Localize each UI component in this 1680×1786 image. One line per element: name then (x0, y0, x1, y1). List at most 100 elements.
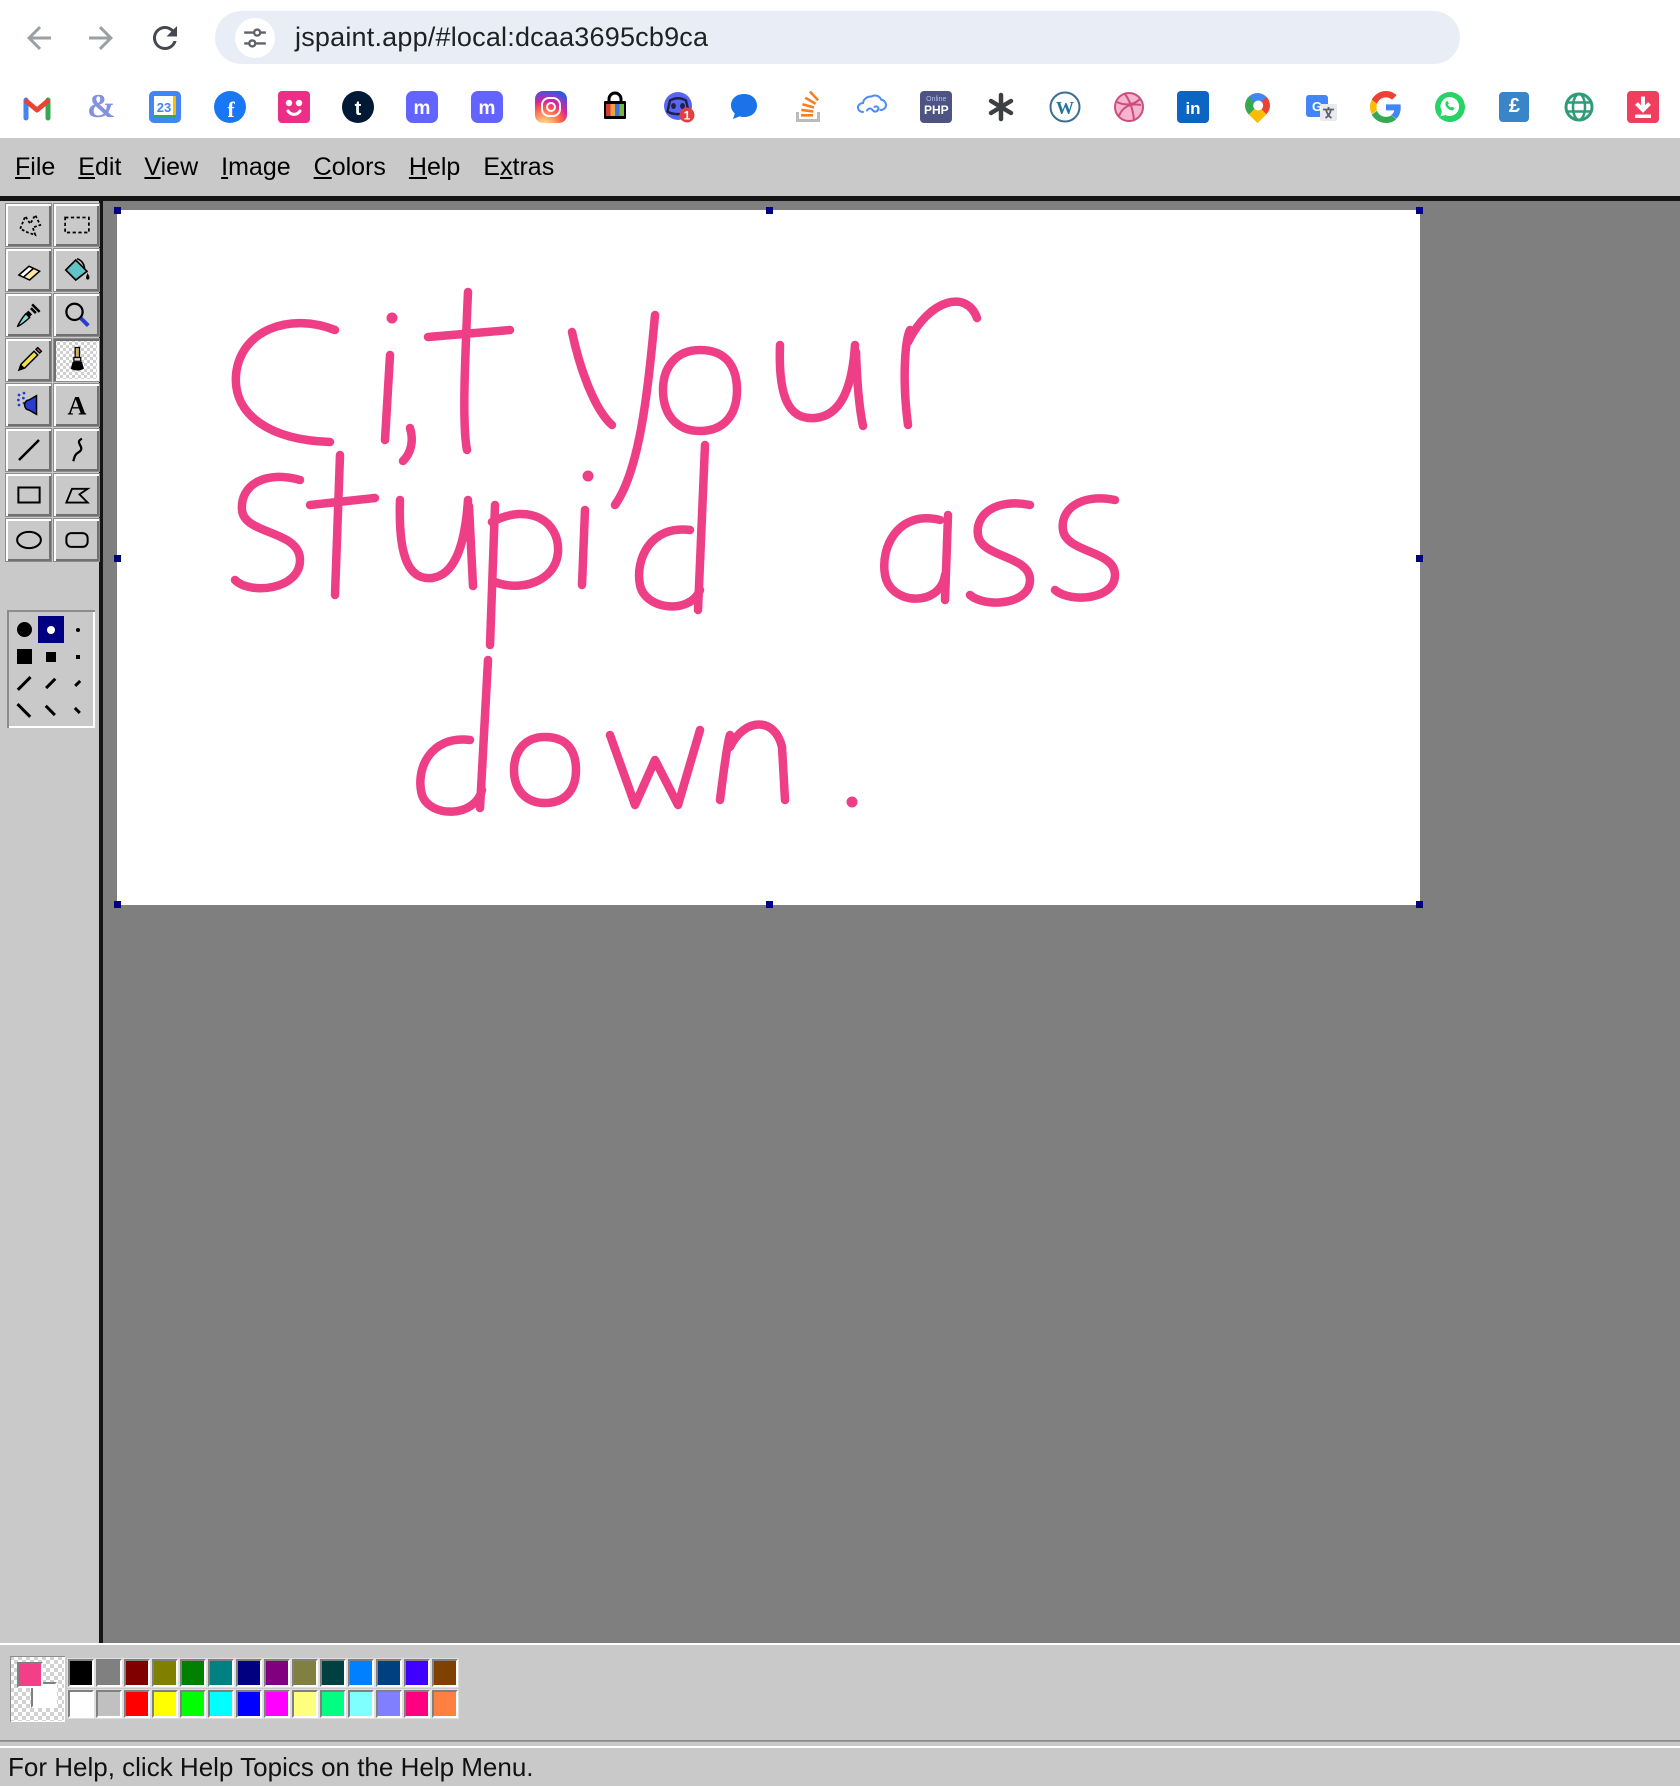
palette-swatch-004080[interactable] (376, 1659, 402, 1687)
palette-swatch-00ff80[interactable] (320, 1690, 346, 1718)
bookmark-facebook-icon[interactable]: f (213, 90, 247, 124)
bookmark-discord-notification-icon[interactable]: 1 (662, 90, 696, 124)
tool-ellipse-button[interactable] (5, 518, 52, 562)
canvas-resize-handle-middle-right[interactable] (1416, 555, 1423, 562)
bookmark-gmail-icon[interactable] (20, 90, 54, 124)
palette-swatch-ff8040[interactable] (432, 1690, 458, 1718)
brush-option-slash-large[interactable] (11, 670, 38, 697)
bookmark-wordpress-icon[interactable]: W (1048, 90, 1082, 124)
bookmark-ampersand-icon[interactable]: & (84, 90, 118, 124)
bookmark-mastodon-2-icon[interactable]: m (470, 90, 504, 124)
tool-text-button[interactable]: A (53, 383, 100, 427)
brush-option-circle-large[interactable] (11, 616, 38, 643)
brush-option-square-large[interactable] (11, 643, 38, 670)
bookmark-google-maps-icon[interactable] (1240, 90, 1274, 124)
tool-line-button[interactable] (5, 428, 52, 472)
menu-help[interactable]: Help (404, 151, 465, 184)
canvas-resize-handle-bottom-left[interactable] (114, 901, 121, 908)
bookmark-google-icon[interactable] (1369, 90, 1403, 124)
bookmark-dribbble-icon[interactable] (1112, 90, 1146, 124)
palette-swatch-ffff00[interactable] (152, 1690, 178, 1718)
tool-eraser-button[interactable] (5, 248, 52, 292)
bookmark-google-translate-icon[interactable]: G (1305, 90, 1339, 124)
address-bar[interactable]: jspaint.app/#local:dcaa3695cb9ca (215, 11, 1460, 64)
palette-swatch-00ffff[interactable] (208, 1690, 234, 1718)
brush-option-circle-medium[interactable] (38, 616, 65, 643)
canvas-resize-handle-top-left[interactable] (114, 207, 121, 214)
tool-airbrush-button[interactable] (5, 383, 52, 427)
menu-file[interactable]: File (10, 151, 60, 184)
tool-free-form-select-button[interactable] (5, 203, 52, 247)
brush-option-slash-medium[interactable] (38, 670, 65, 697)
palette-swatch-0000ff[interactable] (236, 1690, 262, 1718)
palette-swatch-c0c0c0[interactable] (96, 1690, 122, 1718)
palette-swatch-000080[interactable] (236, 1659, 262, 1687)
bookmark-globe-icon[interactable] (1562, 90, 1596, 124)
browser-reload-button[interactable] (140, 13, 190, 63)
bookmark-stack-overflow-icon[interactable] (791, 90, 825, 124)
palette-swatch-8080ff[interactable] (376, 1690, 402, 1718)
canvas-resize-handle-bottom-right[interactable] (1416, 901, 1423, 908)
menu-image[interactable]: Image (216, 151, 296, 184)
palette-swatch-800080[interactable] (264, 1659, 290, 1687)
brush-option-backslash-large[interactable] (11, 697, 38, 724)
brush-option-circle-small[interactable] (64, 616, 91, 643)
foreground-color-swatch[interactable] (17, 1662, 43, 1688)
menu-view[interactable]: View (139, 151, 203, 184)
bookmark-pound-icon[interactable]: £ (1497, 90, 1531, 124)
bookmark-tumblr-icon[interactable]: t (341, 90, 375, 124)
tool-pencil-button[interactable] (5, 338, 52, 382)
tool-rectangle-button[interactable] (5, 473, 52, 517)
palette-swatch-0080ff[interactable] (348, 1659, 374, 1687)
palette-swatch-ffff80[interactable] (292, 1690, 318, 1718)
brush-option-square-medium[interactable] (38, 643, 65, 670)
palette-swatch-000000[interactable] (68, 1659, 94, 1687)
palette-swatch-00ff00[interactable] (180, 1690, 206, 1718)
canvas-resize-handle-bottom-middle[interactable] (766, 901, 773, 908)
palette-swatch-ff0080[interactable] (404, 1690, 430, 1718)
canvas-resize-handle-top-right[interactable] (1416, 207, 1423, 214)
palette-swatch-808040[interactable] (292, 1659, 318, 1687)
browser-back-button[interactable] (14, 13, 64, 63)
bookmark-whatsapp-icon[interactable] (1433, 90, 1467, 124)
menu-extras[interactable]: Extras (478, 151, 559, 184)
palette-swatch-804000[interactable] (432, 1659, 458, 1687)
palette-swatch-4000ff[interactable] (404, 1659, 430, 1687)
palette-swatch-808000[interactable] (152, 1659, 178, 1687)
bookmark-google-calendar-icon[interactable]: 23 (148, 90, 182, 124)
brush-option-square-small[interactable] (64, 643, 91, 670)
bookmark-instagram-icon[interactable] (534, 90, 568, 124)
tool-pick-color-button[interactable] (5, 293, 52, 337)
tool-curve-button[interactable] (53, 428, 100, 472)
browser-forward-button[interactable] (76, 13, 126, 63)
palette-swatch-008000[interactable] (180, 1659, 206, 1687)
brush-option-backslash-medium[interactable] (38, 697, 65, 724)
paint-canvas[interactable] (117, 210, 1420, 905)
menu-colors[interactable]: Colors (309, 151, 391, 184)
palette-swatch-ffffff[interactable] (68, 1690, 94, 1718)
tool-polygon-button[interactable] (53, 473, 100, 517)
bookmark-asterisk-icon[interactable] (984, 90, 1018, 124)
palette-swatch-004040[interactable] (320, 1659, 346, 1687)
brush-option-slash-small[interactable] (64, 670, 91, 697)
palette-swatch-808080[interactable] (96, 1659, 122, 1687)
bookmark-jsfiddle-icon[interactable] (855, 90, 889, 124)
bookmark-messages-icon[interactable] (727, 90, 761, 124)
brush-option-backslash-small[interactable] (64, 697, 91, 724)
bookmark-online-php-icon[interactable]: OnlinePHP (919, 90, 953, 124)
tool-rounded-rectangle-button[interactable] (53, 518, 100, 562)
palette-swatch-800000[interactable] (124, 1659, 150, 1687)
bookmark-smiley-icon[interactable] (277, 90, 311, 124)
canvas-resize-handle-middle-left[interactable] (114, 555, 121, 562)
bookmark-shopping-bag-icon[interactable] (598, 90, 632, 124)
tool-magnifier-button[interactable] (53, 293, 100, 337)
palette-swatch-ff0000[interactable] (124, 1690, 150, 1718)
canvas-resize-handle-top-middle[interactable] (766, 207, 773, 214)
bookmark-mastodon-icon[interactable]: m (405, 90, 439, 124)
url-text[interactable]: jspaint.app/#local:dcaa3695cb9ca (295, 22, 708, 53)
current-colors-indicator[interactable] (10, 1656, 65, 1722)
tool-fill-button[interactable] (53, 248, 100, 292)
palette-swatch-008080[interactable] (208, 1659, 234, 1687)
bookmark-linkedin-icon[interactable]: in (1176, 90, 1210, 124)
tool-select-button[interactable] (53, 203, 100, 247)
